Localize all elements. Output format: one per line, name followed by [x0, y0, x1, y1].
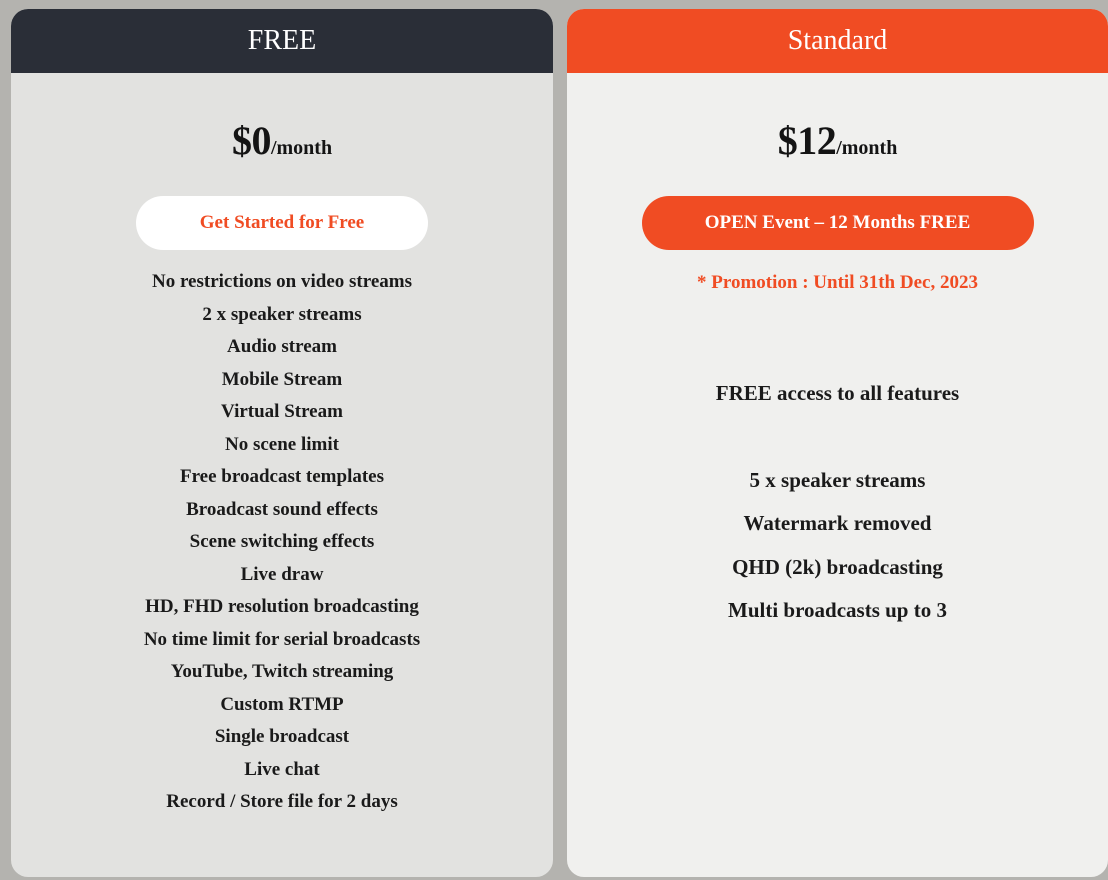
feature-item: Multi broadcasts up to 3 [728, 597, 947, 622]
feature-item: YouTube, Twitch streaming [170, 661, 394, 682]
feature-item: Live chat [244, 758, 320, 780]
promotion-note: * Promotion : Until 31th Dec, 2023 [697, 272, 978, 293]
open-event-button[interactable]: OPEN Event – 12 Months FREE [641, 196, 1034, 250]
feature-item: QHD (2k) broadcasting [732, 554, 943, 579]
feature-item: Custom RTMP [220, 693, 344, 715]
feature-item: Watermark removed [743, 511, 932, 536]
feature-item: Mobile Stream [221, 368, 343, 390]
price-amount: $12 [777, 118, 837, 163]
feature-item: 2 x speaker streams [202, 303, 362, 325]
button-label: OPEN Event – 12 Months FREE [704, 212, 971, 233]
feature-item: Record / Store file for 2 days [166, 791, 398, 812]
plan-highlight: FREE access to all features [715, 381, 960, 405]
plan-title: Standard [787, 25, 888, 56]
feature-item: Audio stream [227, 336, 337, 357]
plan-price: $0/month [11, 117, 553, 163]
feature-item: Live draw [240, 563, 324, 585]
feature-list-free: No restrictions on video streams 2 x spe… [11, 267, 553, 820]
plan-card-free: FREE $0/month Get Started for Free No re… [11, 9, 553, 877]
feature-item: 5 x speaker streams [749, 468, 926, 492]
plan-header-standard: Standard [567, 9, 1108, 73]
feature-item: Broadcast sound effects [186, 498, 378, 520]
plan-card-standard: Standard $12/month OPEN Event – 12 Month… [567, 9, 1108, 877]
feature-item: HD, FHD resolution broadcasting [145, 596, 419, 617]
feature-item: Single broadcast [214, 726, 350, 747]
get-started-free-button[interactable]: Get Started for Free [136, 196, 428, 250]
feature-item: No restrictions on video streams [152, 271, 412, 292]
feature-item: No scene limit [225, 433, 339, 455]
plan-price: $12/month [567, 117, 1108, 163]
price-period: /month [836, 137, 898, 159]
feature-item: Free broadcast templates [179, 466, 385, 487]
feature-list-standard: 5 x speaker streams Watermark removed QH… [567, 465, 1108, 638]
feature-item: Virtual Stream [221, 401, 343, 422]
price-amount: $0 [231, 118, 272, 163]
price-period: /month [270, 137, 333, 159]
button-label: Get Started for Free [199, 212, 365, 233]
feature-item: Scene switching effects [189, 531, 375, 552]
plan-title: FREE [247, 25, 317, 56]
plan-header-free: FREE [11, 9, 553, 73]
feature-item: No time limit for serial broadcasts [143, 628, 421, 650]
